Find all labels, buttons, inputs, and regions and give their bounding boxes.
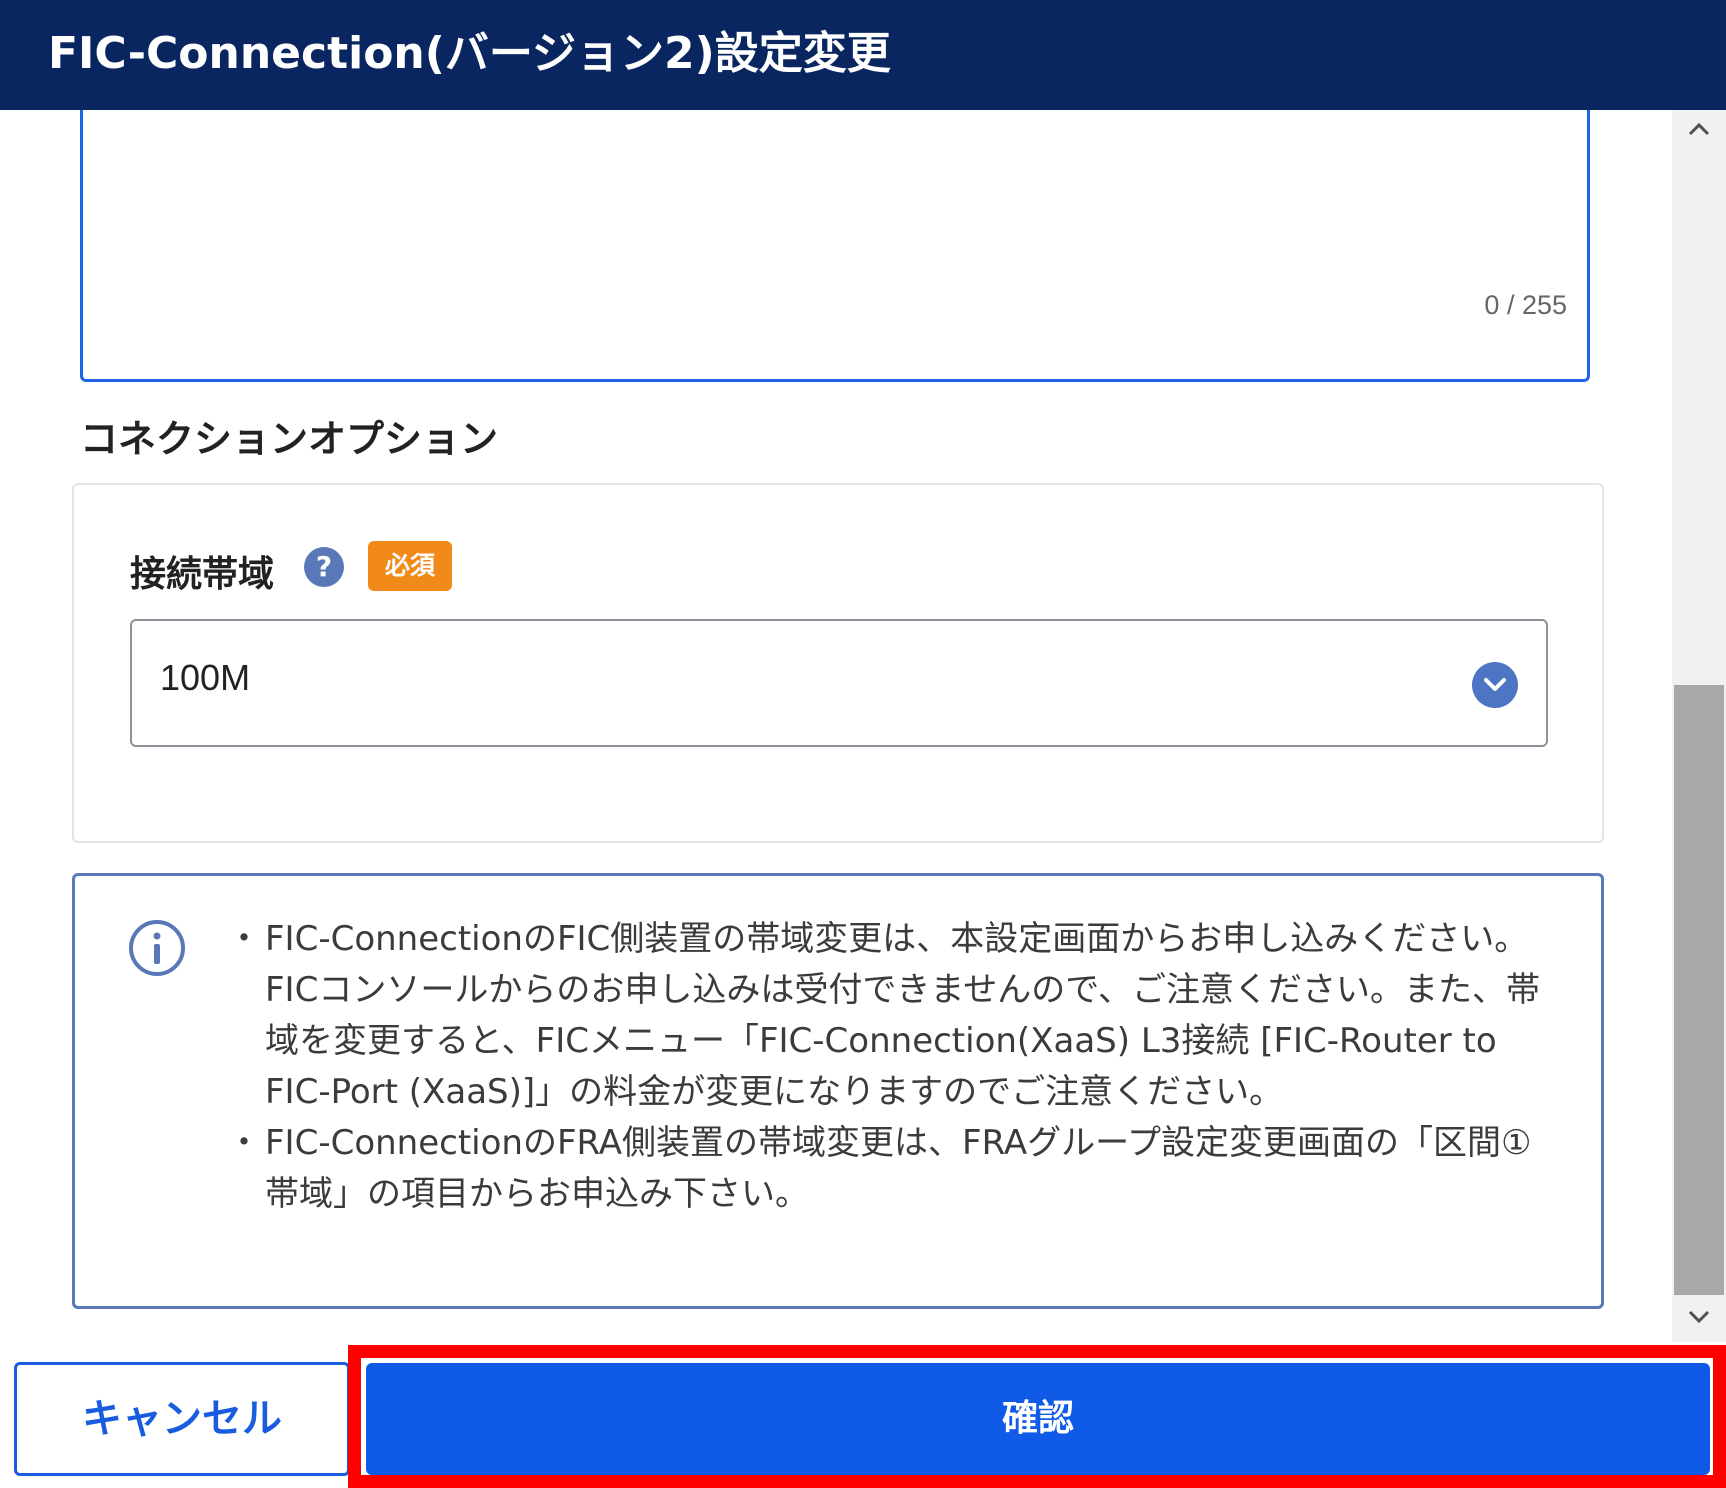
notice-item: FIC-ConnectionのFRA側装置の帯域変更は、FRAグループ設定変更画… (227, 1118, 1555, 1220)
info-notice-box: FIC-ConnectionのFIC側装置の帯域変更は、本設定画面からお申し込み… (72, 873, 1604, 1309)
dialog-header: FIC-Connection(バージョン2)設定変更 (0, 0, 1726, 110)
scroll-up-arrow-icon[interactable] (1672, 110, 1726, 154)
cancel-button[interactable]: キャンセル (14, 1362, 350, 1476)
section-title-connection-options: コネクションオプション (80, 417, 499, 461)
info-icon (129, 920, 185, 976)
connection-options-card: 接続帯域 ? 必須 100M (72, 483, 1604, 843)
dialog-footer: キャンセル 確認 (0, 1342, 1726, 1488)
vertical-scrollbar[interactable] (1672, 110, 1726, 1342)
dialog-content: 0 / 255 コネクションオプション 接続帯域 ? 必須 100M FIC-C… (0, 110, 1672, 1342)
notice-item: FIC-ConnectionのFIC側装置の帯域変更は、本設定画面からお申し込み… (227, 914, 1555, 1118)
confirm-button[interactable]: 確認 (366, 1363, 1710, 1475)
notice-list: FIC-ConnectionのFIC側装置の帯域変更は、本設定画面からお申し込み… (227, 914, 1555, 1220)
required-badge: 必須 (368, 541, 452, 591)
bandwidth-label: 接続帯域 (130, 554, 275, 595)
help-icon[interactable]: ? (304, 547, 344, 587)
chevron-down-icon[interactable] (1472, 662, 1518, 708)
dialog-title: FIC-Connection(バージョン2)設定変更 (48, 28, 891, 79)
bandwidth-select[interactable]: 100M (130, 619, 1548, 747)
scroll-down-arrow-icon[interactable] (1672, 1298, 1726, 1342)
scrollbar-thumb[interactable] (1674, 685, 1724, 1295)
character-counter: 0 / 255 (1484, 290, 1567, 320)
bandwidth-select-value: 100M (160, 657, 251, 698)
description-textarea[interactable] (80, 110, 1590, 382)
